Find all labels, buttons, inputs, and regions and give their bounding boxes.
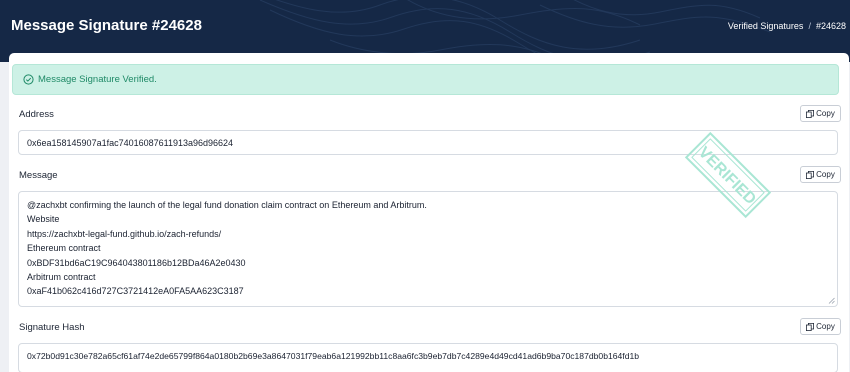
resize-handle-icon[interactable] [828,297,835,304]
signature-card: Message Signature Verified. Address Copy… [9,53,849,372]
breadcrumb-current: #24628 [815,21,846,31]
message-line: 0xBDF31bd6aC19C964043801186b12BDa46A2e04… [27,257,246,268]
copy-address-button[interactable]: Copy [800,105,841,122]
message-line: Website [27,214,60,225]
address-field[interactable]: 0x6ea158145907a1fac74016087611913a96d966… [18,130,838,155]
message-line: Arbitrum contract [27,272,96,283]
check-circle-icon [23,74,34,85]
message-line: Ethereum contract [27,243,101,254]
verified-alert: Message Signature Verified. [12,64,839,95]
copy-icon [806,109,815,118]
address-label: Address [19,109,54,120]
signature-hash-label: Signature Hash [19,322,85,333]
copy-icon [806,322,815,331]
copy-signature-button[interactable]: Copy [800,318,841,335]
breadcrumb-link-verified-signatures[interactable]: Verified Signatures [728,21,804,31]
message-textarea[interactable]: @zachxbt confirming the launch of the le… [18,191,838,307]
copy-signature-label: Copy [816,322,835,331]
page-title: Message Signature #24628 [11,17,202,34]
alert-text: Message Signature Verified. [38,74,157,85]
copy-message-label: Copy [816,170,835,179]
copy-message-button[interactable]: Copy [800,166,841,183]
signature-hash-field[interactable]: 0x72b0d91c30e782a65cf61af74e2de65799f864… [18,343,838,372]
message-line: https://zachxbt-legal-fund.github.io/zac… [27,228,222,239]
breadcrumb-separator: / [808,21,811,31]
message-line: @zachxbt confirming the launch of the le… [27,200,427,210]
copy-icon [806,170,815,179]
message-label: Message [19,170,58,181]
copy-address-label: Copy [816,109,835,118]
breadcrumb: Verified Signatures / #24628 [728,21,846,31]
message-line: 0xaF41b062c416d727C3721412eA0FA5AA623C31… [27,286,244,297]
